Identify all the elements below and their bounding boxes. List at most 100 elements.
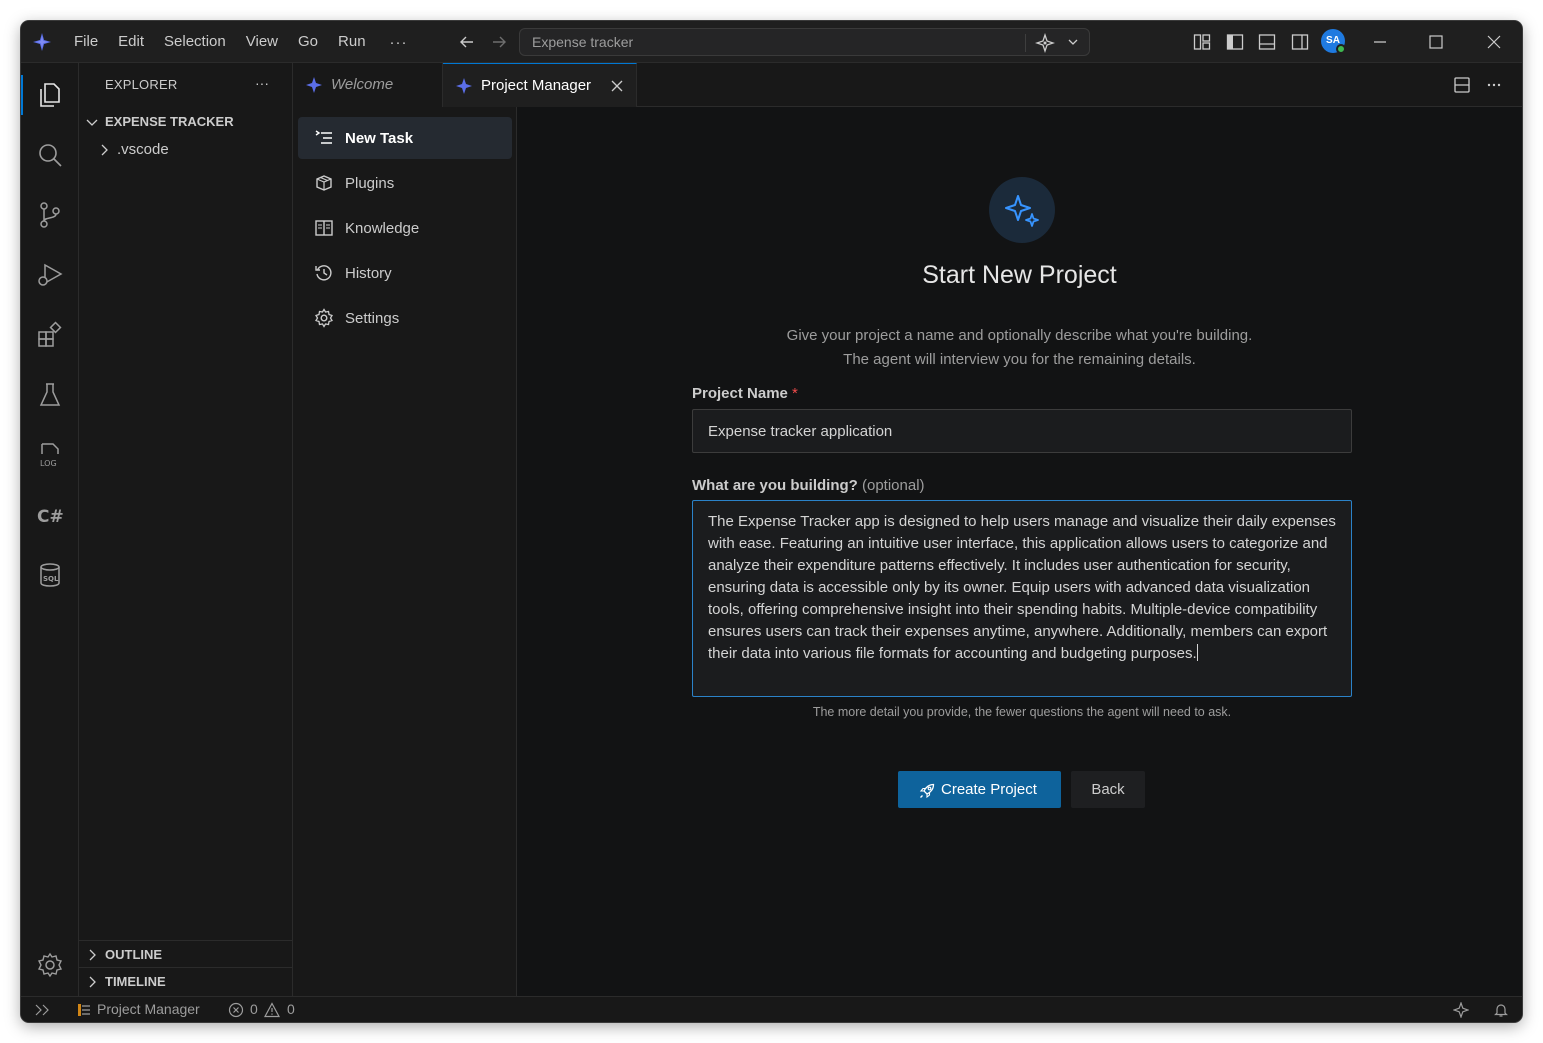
svg-text:C#: C#: [37, 507, 64, 527]
nav-item-knowledge[interactable]: Knowledge: [298, 207, 512, 249]
outline-section[interactable]: OUTLINE: [79, 940, 293, 967]
copilot-icon[interactable]: [1035, 33, 1055, 53]
menu-selection[interactable]: Selection: [154, 21, 236, 63]
project-name-value: Expense tracker application: [708, 423, 893, 440]
tab-welcome[interactable]: Welcome: [293, 63, 443, 107]
chevron-down-icon[interactable]: [1066, 35, 1080, 49]
nav-item-new-task[interactable]: New Task: [298, 117, 512, 159]
nav-item-settings[interactable]: Settings: [298, 297, 512, 339]
explorer-more-button[interactable]: ···: [255, 75, 269, 91]
error-count[interactable]: 0: [250, 1001, 258, 1017]
outline-label: OUTLINE: [105, 947, 163, 962]
tab-project-manager[interactable]: Project Manager: [443, 63, 637, 107]
toggle-primary-sidebar-icon[interactable]: [1225, 32, 1245, 52]
menu-more-button[interactable]: ···: [376, 34, 422, 51]
new-task-icon: [315, 130, 332, 144]
app-logo-icon: [456, 78, 472, 94]
project-name-label-text: Project Name: [692, 385, 788, 402]
menu-edit[interactable]: Edit: [108, 21, 154, 63]
app-logo-icon: [306, 77, 322, 93]
workspace-folder-row[interactable]: EXPENSE TRACKER: [79, 111, 293, 133]
online-status-dot: [1336, 44, 1346, 54]
minimize-icon[interactable]: [1370, 32, 1390, 52]
rocket-icon: [919, 783, 935, 799]
extension-status-label[interactable]: Project Manager: [97, 1001, 200, 1017]
title-bar: File Edit Selection View Go Run ··· Expe…: [21, 21, 1522, 63]
app-logo-icon: [33, 33, 51, 51]
log-file-icon[interactable]: LOG: [35, 440, 65, 470]
copilot-status-icon[interactable]: [1453, 1002, 1469, 1018]
editor-tab-bar: Welcome Project Manager: [293, 63, 1522, 107]
command-center[interactable]: Expense tracker: [519, 28, 1090, 56]
project-manager-nav: New Task Plugins Knowledge History Setti…: [293, 107, 517, 996]
create-project-label: Create Project: [941, 781, 1037, 798]
more-actions-icon[interactable]: [1485, 76, 1503, 94]
tree-item-label: .vscode: [117, 141, 169, 158]
description-value: The Expense Tracker app is designed to h…: [708, 513, 1336, 662]
run-debug-icon[interactable]: [35, 260, 65, 290]
testing-flask-icon[interactable]: [35, 380, 65, 410]
book-icon: [315, 220, 333, 236]
svg-text:LOG: LOG: [40, 459, 57, 468]
menu-run[interactable]: Run: [328, 21, 376, 63]
nav-item-plugins[interactable]: Plugins: [298, 162, 512, 204]
activity-bar: LOG C# SQL: [21, 63, 79, 996]
description-hint: The more detail you provide, the fewer q…: [812, 705, 1232, 719]
customize-layout-icon[interactable]: [1192, 32, 1212, 52]
warning-count[interactable]: 0: [287, 1001, 295, 1017]
command-center-separator: [1025, 34, 1026, 52]
back-arrow-icon[interactable]: [457, 32, 477, 52]
command-center-label: Expense tracker: [532, 34, 634, 50]
error-icon[interactable]: [228, 1002, 244, 1018]
explorer-files-icon[interactable]: [35, 80, 65, 110]
toggle-secondary-sidebar-icon[interactable]: [1290, 32, 1310, 52]
hero-badge: [989, 177, 1055, 243]
maximize-icon[interactable]: [1426, 32, 1446, 52]
vscode-window: File Edit Selection View Go Run ··· Expe…: [21, 21, 1522, 1022]
subtitle-line-2: The agent will interview you for the rem…: [843, 351, 1196, 368]
workspace-folder-name: EXPENSE TRACKER: [105, 114, 234, 129]
tree-item-vscode[interactable]: .vscode: [79, 139, 293, 161]
required-mark: *: [792, 385, 798, 402]
manage-gear-icon[interactable]: [35, 950, 65, 980]
tab-label: Welcome: [331, 76, 394, 93]
description-label: What are you building? (optional): [692, 477, 925, 494]
description-textarea[interactable]: The Expense Tracker app is designed to h…: [692, 500, 1352, 697]
gear-icon: [315, 308, 333, 328]
back-button[interactable]: Back: [1071, 771, 1145, 808]
nav-item-label: History: [345, 265, 392, 282]
close-icon[interactable]: [609, 78, 625, 94]
tab-label: Project Manager: [481, 77, 592, 94]
menu-go[interactable]: Go: [288, 21, 328, 63]
search-icon[interactable]: [35, 140, 65, 170]
timeline-section[interactable]: TIMELINE: [79, 967, 293, 994]
extensions-icon[interactable]: [35, 320, 65, 350]
create-project-button[interactable]: Create Project: [898, 771, 1061, 808]
notifications-bell-icon[interactable]: [1493, 1002, 1509, 1018]
menu-view[interactable]: View: [236, 21, 288, 63]
chevron-right-icon: [101, 144, 108, 156]
chevron-right-icon: [89, 976, 96, 988]
package-icon: [316, 175, 332, 191]
sql-database-icon[interactable]: SQL: [35, 560, 65, 590]
menu-file[interactable]: File: [64, 21, 108, 63]
timeline-label: TIMELINE: [105, 974, 166, 989]
explorer-sidebar: EXPLORER ··· EXPENSE TRACKER .vscode OUT…: [79, 63, 293, 996]
optional-mark: (optional): [862, 477, 925, 494]
project-name-input[interactable]: Expense tracker application: [692, 409, 1352, 453]
close-window-icon[interactable]: [1484, 32, 1504, 52]
new-project-form: Start New Project Give your project a na…: [517, 107, 1522, 996]
warning-icon[interactable]: [264, 1002, 280, 1018]
menu-bar: File Edit Selection View Go Run ···: [64, 21, 422, 63]
remote-icon[interactable]: [34, 1002, 50, 1018]
csharp-icon[interactable]: C#: [35, 500, 65, 530]
text-caret: [1196, 644, 1198, 661]
toggle-panel-icon[interactable]: [1257, 32, 1277, 52]
nav-item-history[interactable]: History: [298, 252, 512, 294]
split-editor-icon[interactable]: [1453, 76, 1471, 94]
forward-arrow-icon[interactable]: [489, 32, 509, 52]
project-manager-status-icon: [78, 1004, 90, 1016]
nav-item-label: Settings: [345, 310, 400, 327]
page-title: Start New Project: [922, 261, 1117, 289]
source-control-icon[interactable]: [35, 200, 65, 230]
